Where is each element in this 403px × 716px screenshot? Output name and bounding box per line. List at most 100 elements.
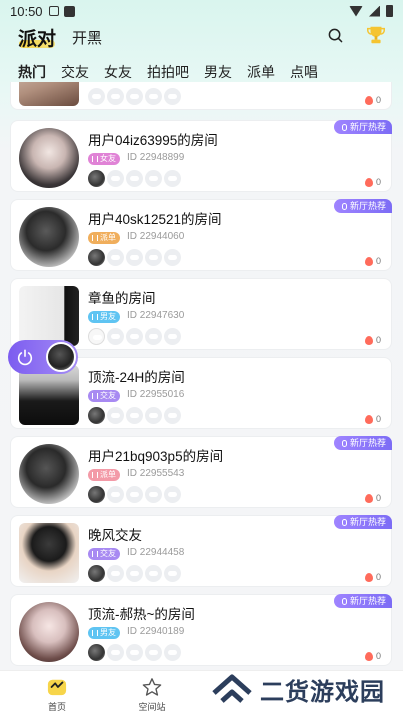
room-card[interactable]: 用户40sk12521的房间 派单 ID 22944060 新厅热荐 0 — [10, 199, 392, 271]
tab-photo[interactable]: 拍拍吧 — [147, 62, 189, 82]
empty-seat-icon — [145, 565, 162, 582]
power-icon[interactable] — [16, 348, 34, 366]
tab-dispatch[interactable]: 派单 — [247, 62, 275, 82]
battery-icon — [386, 5, 393, 17]
signal-bars-icon — [92, 630, 98, 636]
page-title-gaming[interactable]: 开黑 — [72, 27, 102, 48]
flame-icon — [364, 493, 373, 503]
room-name: 晚风交友 — [88, 528, 142, 543]
room-tag: 交友 — [88, 390, 120, 402]
floating-room-pill[interactable] — [8, 340, 78, 374]
empty-seat-icon — [164, 170, 181, 187]
empty-seat-icon — [126, 249, 143, 266]
empty-seat-icon — [164, 486, 181, 503]
room-id: ID 22944060 — [127, 231, 185, 242]
empty-seat-icon — [107, 88, 124, 105]
signal-bars-icon — [92, 472, 98, 478]
empty-seat-icon — [126, 565, 143, 582]
new-hot-badge: 新厅热荐 — [333, 594, 392, 608]
seat-row — [88, 249, 181, 266]
hot-count: 0 — [364, 651, 381, 661]
floating-room-avatar[interactable] — [46, 342, 76, 372]
home-icon — [47, 679, 67, 696]
room-card[interactable]: 顶流-郝热~的房间 男友 ID 22940189 新厅热荐 0 — [10, 594, 392, 666]
search-icon[interactable] — [328, 28, 343, 43]
status-time: 10:50 — [10, 3, 43, 19]
occupied-seat-avatar — [88, 565, 105, 582]
flame-icon — [364, 95, 373, 105]
empty-seat-icon — [145, 328, 162, 345]
occupied-seat-avatar — [88, 328, 105, 345]
new-hot-badge: 新厅热荐 — [333, 436, 392, 450]
trophy-icon[interactable] — [365, 24, 387, 46]
mic-icon — [341, 202, 347, 210]
room-avatar — [19, 523, 79, 583]
occupied-seat-avatar — [88, 486, 105, 503]
nav-home-label: 首页 — [47, 702, 66, 712]
seat-row — [88, 486, 181, 503]
empty-seat-icon — [145, 170, 162, 187]
nav-space-label: 空间站 — [138, 702, 166, 712]
hot-count: 0 — [364, 177, 381, 187]
empty-seat-icon — [164, 249, 181, 266]
room-tag: 女友 — [88, 153, 120, 165]
empty-seat-icon — [164, 407, 181, 424]
occupied-seat-avatar — [88, 170, 105, 187]
empty-seat-icon — [126, 170, 143, 187]
occupied-seat-avatar — [88, 644, 105, 661]
empty-seat-icon — [88, 88, 105, 105]
room-name: 章鱼的房间 — [88, 291, 156, 306]
empty-seat-icon — [145, 249, 162, 266]
hot-count: 0 — [364, 95, 381, 105]
seat-row — [88, 644, 181, 661]
tab-social[interactable]: 交友 — [61, 62, 89, 82]
hot-count: 0 — [364, 335, 381, 345]
watermark-text: 二货游戏园 — [260, 679, 385, 706]
signal-bars-icon — [92, 314, 98, 320]
empty-seat-icon — [126, 486, 143, 503]
empty-seat-icon — [126, 407, 143, 424]
nav-home[interactable]: 首页 — [27, 677, 87, 713]
tab-girlfriend[interactable]: 女友 — [104, 62, 132, 82]
tab-boyfriend[interactable]: 男友 — [204, 62, 232, 82]
page-title-party[interactable]: 派对 — [18, 24, 56, 51]
flame-icon — [364, 414, 373, 424]
room-card[interactable]: 0 — [10, 82, 392, 110]
room-card[interactable]: 用户21bq903p5的房间 派单 ID 22955543 新厅热荐 0 — [10, 436, 392, 508]
seat-row — [88, 407, 181, 424]
room-id: ID 22955543 — [127, 468, 185, 479]
mic-icon — [341, 597, 347, 605]
hot-count: 0 — [364, 572, 381, 582]
tab-hot[interactable]: 热门 — [18, 62, 46, 82]
occupied-seat-avatar — [88, 407, 105, 424]
room-id: ID 22944458 — [127, 547, 185, 558]
tab-sing[interactable]: 点唱 — [290, 62, 318, 82]
signal-bars-icon — [92, 393, 98, 399]
occupied-seat-avatar — [88, 249, 105, 266]
mic-icon — [341, 518, 347, 526]
empty-seat-icon — [145, 88, 162, 105]
room-card[interactable]: 用户04iz63995的房间 女友 ID 22948899 新厅热荐 0 — [10, 120, 392, 192]
room-card[interactable]: 晚风交友 交友 ID 22944458 新厅热荐 0 — [10, 515, 392, 587]
star-icon — [142, 678, 162, 696]
room-tag: 派单 — [88, 232, 120, 244]
room-avatar — [19, 128, 79, 188]
status-bar: 10:50 — [0, 0, 403, 22]
room-id: ID 22948899 — [127, 152, 185, 163]
empty-seat-icon — [164, 565, 181, 582]
seat-row — [88, 328, 181, 345]
room-tag: 派单 — [88, 469, 120, 481]
empty-seat-icon — [126, 328, 143, 345]
mic-icon — [341, 439, 347, 447]
room-id: ID 22955016 — [127, 389, 185, 400]
flame-icon — [364, 177, 373, 187]
notification-a-icon — [48, 6, 59, 16]
signal-icon — [369, 5, 380, 17]
nav-space-station[interactable]: 空间站 — [122, 677, 182, 713]
room-avatar — [19, 365, 79, 425]
empty-seat-icon — [126, 88, 143, 105]
room-card[interactable]: 章鱼的房间 男友 ID 22947630 0 — [10, 278, 392, 350]
empty-seat-icon — [145, 407, 162, 424]
room-name: 顶流-郝热~的房间 — [88, 607, 195, 622]
signal-bars-icon — [92, 156, 98, 162]
